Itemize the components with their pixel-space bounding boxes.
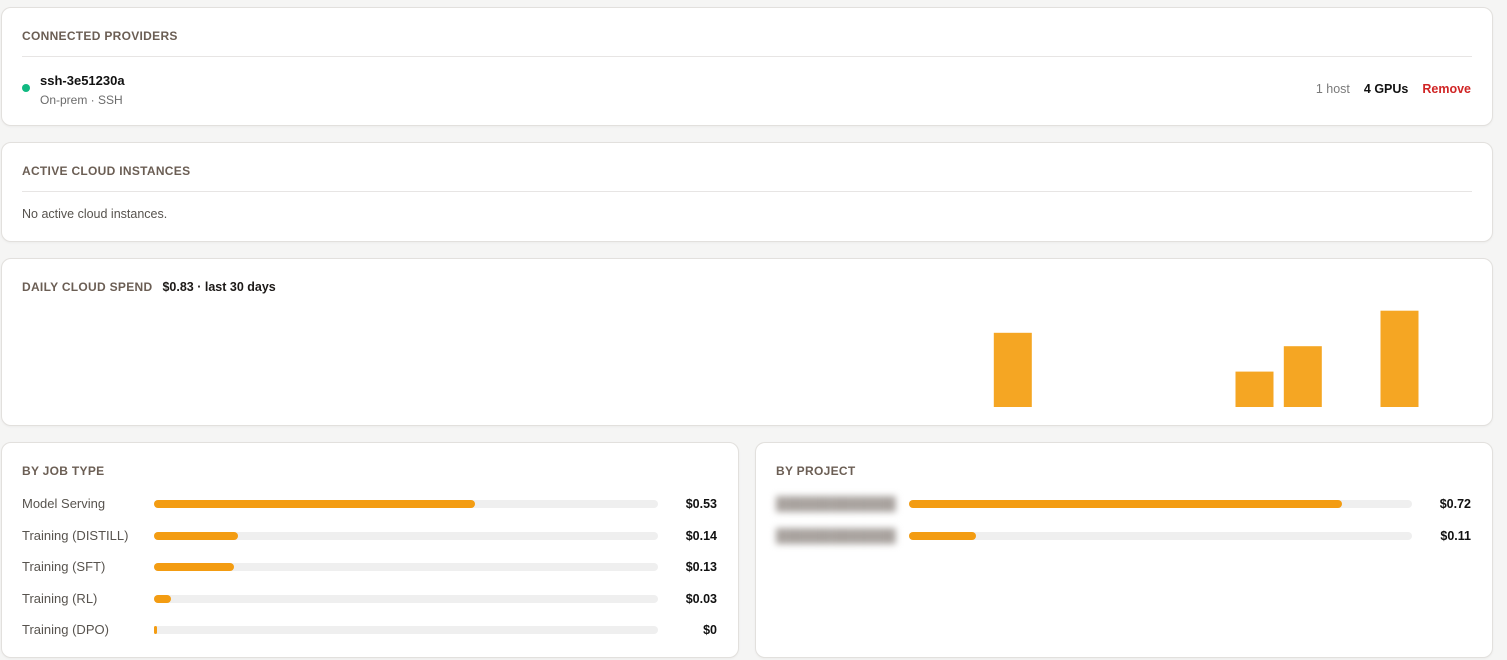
by-job-type-title: BY JOB TYPE xyxy=(22,464,105,478)
by-project-title: BY PROJECT xyxy=(776,464,856,478)
breakdown-bar-track xyxy=(909,531,1412,540)
breakdown-value: $0.11 xyxy=(1440,528,1471,543)
breakdown-label: Training (RL) xyxy=(22,590,98,606)
divider xyxy=(22,56,1472,57)
by-job-type-card: BY JOB TYPE Model Serving $0.53 Training (… xyxy=(1,442,739,658)
breakdown-row: █████████████ $0.72 xyxy=(776,496,1471,528)
divider xyxy=(22,191,1472,192)
breakdown-row: Training (RL) $0.03 xyxy=(22,591,717,623)
breakdown-label: █████████████ xyxy=(776,496,896,511)
breakdown-bar-fill xyxy=(154,594,172,603)
breakdown-bar-fill xyxy=(909,500,1342,508)
breakdown-row: Training (DPO) $0 xyxy=(22,622,717,654)
breakdown-value: $0 xyxy=(703,623,717,638)
daily-spend-chart xyxy=(993,310,1419,407)
status-dot-icon xyxy=(22,84,30,92)
breakdown-bar-track xyxy=(154,594,658,603)
breakdown-bar-track xyxy=(154,626,658,635)
spend-bar[interactable] xyxy=(1380,310,1419,407)
breakdown-bar-fill xyxy=(909,531,976,540)
breakdown-row: Training (SFT) $0.13 xyxy=(22,559,717,591)
daily-cloud-spend-card: DAILY CLOUD SPEND $0.83 · last 30 days xyxy=(1,258,1493,426)
breakdown-bar-fill xyxy=(154,531,238,540)
breakdown-label: █████████████ xyxy=(776,527,896,543)
provider-name: ssh-3e51230a xyxy=(40,73,125,88)
breakdown-row: Training (DISTILL) $0.14 xyxy=(22,528,717,560)
breakdown-label: Training (DISTILL) xyxy=(22,527,129,543)
provider-row: ssh-3e51230a On-prem · SSH 1 host 4 GPUs… xyxy=(22,70,1471,110)
spend-bar[interactable] xyxy=(993,332,1032,407)
empty-state-text: No active cloud instances. xyxy=(22,207,168,221)
breakdown-label: Training (DPO) xyxy=(22,622,109,638)
connected-providers-card: CONNECTED PROVIDERS ssh-3e51230a On-prem… xyxy=(1,7,1493,126)
connected-providers-title: CONNECTED PROVIDERS xyxy=(22,29,178,43)
breakdown-bar-fill xyxy=(154,563,234,572)
remove-provider-button[interactable]: Remove xyxy=(1422,82,1471,96)
breakdown-bar-track xyxy=(154,563,658,572)
job-type-list: Model Serving $0.53 Training (DISTILL) $0.1… xyxy=(22,496,717,654)
breakdown-value: $0.13 xyxy=(685,560,717,575)
breakdown-value: $0.03 xyxy=(685,591,717,606)
provider-host-count: 1 host xyxy=(1315,82,1350,96)
breakdown-label: Model Serving xyxy=(22,496,106,511)
breakdown-bar-fill xyxy=(154,626,157,635)
breakdown-bar-track xyxy=(154,500,658,508)
provider-gpu-count: 4 GPUs xyxy=(1363,82,1409,96)
breakdown-bar-track xyxy=(154,531,658,540)
provider-type: On-prem · SSH xyxy=(40,93,123,107)
breakdown-value: $0.72 xyxy=(1439,497,1471,511)
breakdown-row: █████████████ $0.11 xyxy=(776,528,1471,560)
breakdown-label: Training (SFT) xyxy=(22,559,106,575)
spend-bar[interactable] xyxy=(1235,371,1274,407)
breakdown-value: $0.53 xyxy=(685,497,717,511)
spend-bar[interactable] xyxy=(1283,346,1322,407)
active-cloud-instances-title: ACTIVE CLOUD INSTANCES xyxy=(22,164,191,178)
project-list: █████████████ $0.72 █████████████ $0.11 xyxy=(776,496,1471,559)
breakdown-row: Model Serving $0.53 xyxy=(22,496,717,528)
breakdown-bar-fill xyxy=(154,500,476,508)
breakdown-bar-track xyxy=(909,500,1412,508)
by-project-card: BY PROJECT █████████████ $0.72 ███████████… xyxy=(755,442,1493,658)
breakdown-value: $0.14 xyxy=(685,528,717,543)
active-cloud-instances-card: ACTIVE CLOUD INSTANCES No active cloud i… xyxy=(1,142,1493,242)
